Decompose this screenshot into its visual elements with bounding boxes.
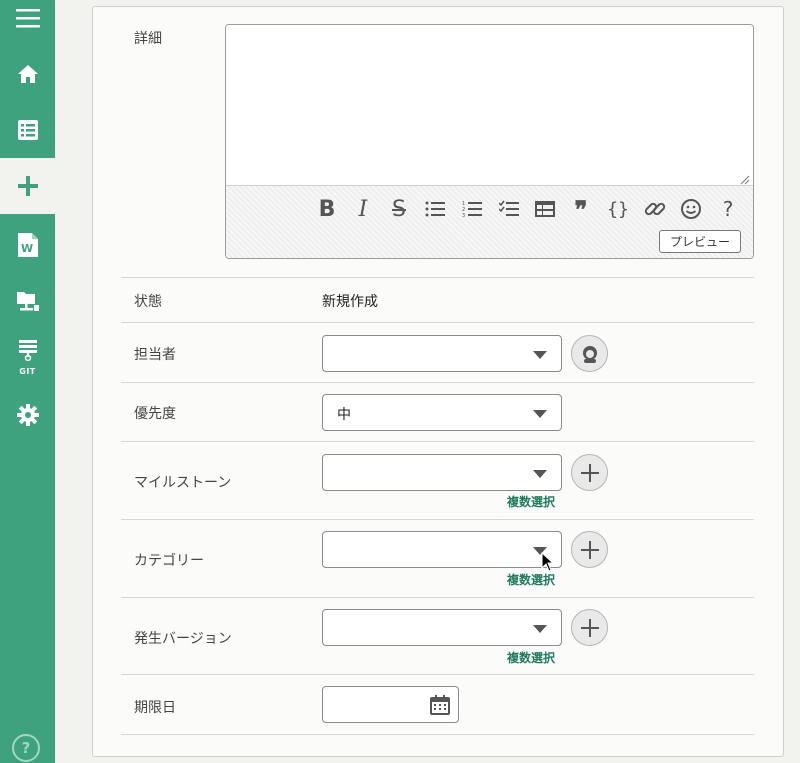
sidebar-item-add-issue[interactable] [0,158,55,214]
add-category-button[interactable] [571,531,608,568]
bullet-list-icon[interactable] [420,194,450,224]
divider [121,734,754,735]
due-date-input[interactable] [322,686,459,723]
divider [121,441,754,442]
sidebar: W GIT ? [0,0,55,763]
preview-button[interactable]: プレビュー [659,230,741,253]
plus-icon [580,540,599,559]
status-label: 状態 [134,294,162,310]
calendar-icon[interactable] [430,695,450,715]
italic-icon[interactable]: I [348,194,378,224]
detail-editor: B I S 123 ❞ {} ? プレビュー [225,24,754,259]
priority-value: 中 [337,407,351,423]
mouse-cursor-icon [541,552,555,572]
menu-button[interactable] [0,0,55,46]
emoji-icon[interactable] [676,194,706,224]
chevron-down-icon [533,470,547,478]
divider [121,597,754,598]
strikethrough-icon[interactable]: S [384,194,414,224]
checklist-icon[interactable] [494,194,524,224]
git-label: GIT [19,367,36,376]
priority-select[interactable]: 中 [322,394,562,431]
plus-icon [17,176,38,196]
help-icon[interactable]: ? [713,194,743,224]
detail-label: 詳細 [134,31,162,47]
list-icon [17,120,38,140]
table-icon[interactable] [530,194,560,224]
category-multi-select-link[interactable]: 複数選択 [507,571,555,588]
milestone-label: マイルストーン [134,475,232,491]
gear-icon [16,404,39,426]
assign-myself-button[interactable] [571,335,608,372]
status-value: 新規作成 [322,294,378,310]
quote-icon[interactable]: ❞ [566,194,596,224]
divider [121,519,754,520]
chevron-down-icon [533,351,547,359]
detail-textarea[interactable] [226,25,753,185]
sidebar-item-wiki[interactable]: W [0,217,55,273]
plus-icon [580,618,599,637]
wiki-document-icon: W [17,233,38,257]
due-date-label: 期限日 [134,700,176,716]
chevron-down-icon [533,410,547,418]
assignee-select[interactable] [322,335,562,372]
version-multi-select-link[interactable]: 複数選択 [507,649,555,666]
milestone-select[interactable] [322,454,562,491]
code-icon[interactable]: {} [603,194,633,224]
category-select[interactable] [322,531,562,568]
priority-label: 優先度 [134,406,176,422]
version-select[interactable] [322,609,562,646]
divider [121,277,754,278]
add-milestone-button[interactable] [571,454,608,491]
svg-text:3: 3 [462,213,465,218]
svg-text:W: W [21,242,33,255]
numbered-list-icon[interactable]: 123 [457,194,487,224]
chevron-down-icon [533,625,547,633]
divider [121,322,754,323]
version-label: 発生バージョン [134,631,232,647]
plus-icon [580,463,599,482]
bold-icon[interactable]: B [312,194,342,224]
hamburger-menu-icon [15,9,40,28]
milestone-multi-select-link[interactable]: 複数選択 [507,493,555,510]
resize-grip-icon[interactable] [740,175,750,185]
home-icon [17,65,38,83]
sidebar-item-files[interactable] [0,273,55,329]
sidebar-item-settings[interactable] [0,387,55,443]
sidebar-item-home[interactable] [0,46,55,102]
shared-files-icon [16,292,39,311]
sidebar-item-issues[interactable] [0,102,55,158]
help-button[interactable]: ? [12,734,40,762]
assignee-label: 担当者 [134,347,176,363]
editor-toolbar: B I S 123 ❞ {} ? プレビュー [226,185,753,258]
category-label: カテゴリー [134,553,204,569]
git-icon [18,340,37,361]
divider [121,382,754,383]
divider [121,674,754,675]
user-icon [582,345,597,363]
link-icon[interactable] [640,194,670,224]
add-version-button[interactable] [571,609,608,646]
